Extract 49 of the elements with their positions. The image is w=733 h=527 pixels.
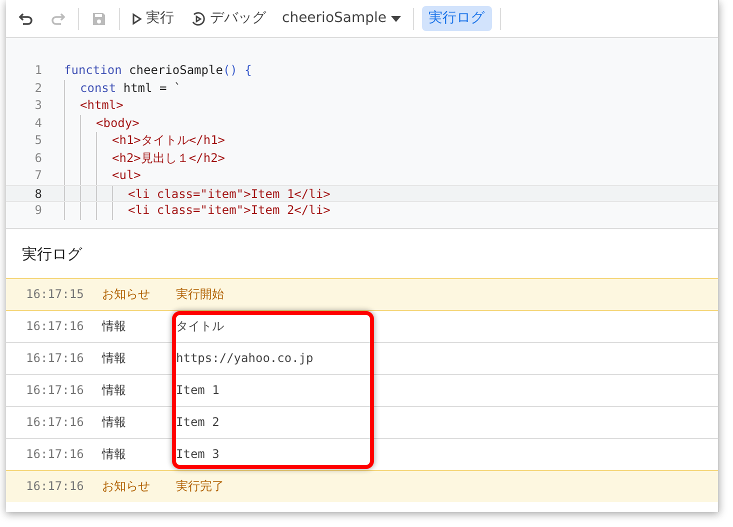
code-line: const html = `: [80, 80, 182, 96]
code-line: <li class="item">Item 1</li>: [128, 186, 330, 201]
log-level: お知らせ: [102, 478, 151, 495]
log-time: 16:17:16: [25, 478, 85, 495]
debug-button[interactable]: デバッグ: [186, 6, 270, 31]
code-line: <h1>タイトル</h1>: [112, 132, 226, 149]
log-time: 16:17:16: [25, 318, 85, 335]
log-message: 実行開始: [176, 286, 224, 303]
line-number: 7: [34, 167, 43, 184]
play-icon: [132, 12, 142, 24]
log-message: Item 2: [176, 414, 220, 431]
log-title: 実行ログ: [21, 244, 84, 265]
log-message: Item 3: [176, 446, 220, 463]
line-number: 9: [34, 202, 43, 219]
line-number: 6: [34, 150, 43, 166]
log-message: 実行完了: [176, 478, 224, 495]
log-level: 情報: [102, 382, 127, 399]
log-time: 16:17:16: [25, 414, 85, 431]
log-level: お知らせ: [102, 286, 151, 303]
line-number: 4: [34, 114, 43, 132]
line-number: 8: [34, 186, 43, 201]
log-message: Item 1: [176, 382, 220, 399]
log-message: https://yahoo.co.jp: [176, 350, 314, 367]
debug-icon: [190, 10, 206, 26]
line-number: 2: [34, 80, 43, 96]
undo-icon: [18, 10, 34, 26]
save-icon: [91, 10, 107, 26]
run-button[interactable]: 実行: [128, 6, 178, 31]
code-line: <ul>: [112, 167, 141, 184]
code-line: <body>: [96, 114, 140, 132]
line-number: 3: [34, 97, 43, 114]
code-line: function cheerioSample() {: [64, 62, 252, 79]
line-number: 5: [34, 132, 43, 149]
line-number: 1: [34, 62, 43, 79]
log-time: 16:17:16: [25, 350, 85, 367]
log-message: タイトル: [176, 318, 224, 335]
log-time: 16:17:16: [25, 446, 85, 463]
log-level: 情報: [102, 350, 127, 367]
log-time: 16:17:15: [25, 286, 85, 303]
log-level: 情報: [102, 446, 127, 463]
code-line: <li class="item">Item 2</li>: [128, 202, 330, 219]
code-line: <h2>見出し１</h2>: [112, 150, 226, 166]
log-level: 情報: [102, 318, 127, 335]
caret-icon: [390, 16, 401, 22]
log-level: 情報: [102, 414, 127, 431]
redo-icon: [50, 10, 66, 26]
code-line: <html>: [80, 97, 124, 114]
log-time: 16:17:16: [25, 382, 85, 399]
function-dropdown[interactable]: cheerioSample: [278, 6, 405, 31]
